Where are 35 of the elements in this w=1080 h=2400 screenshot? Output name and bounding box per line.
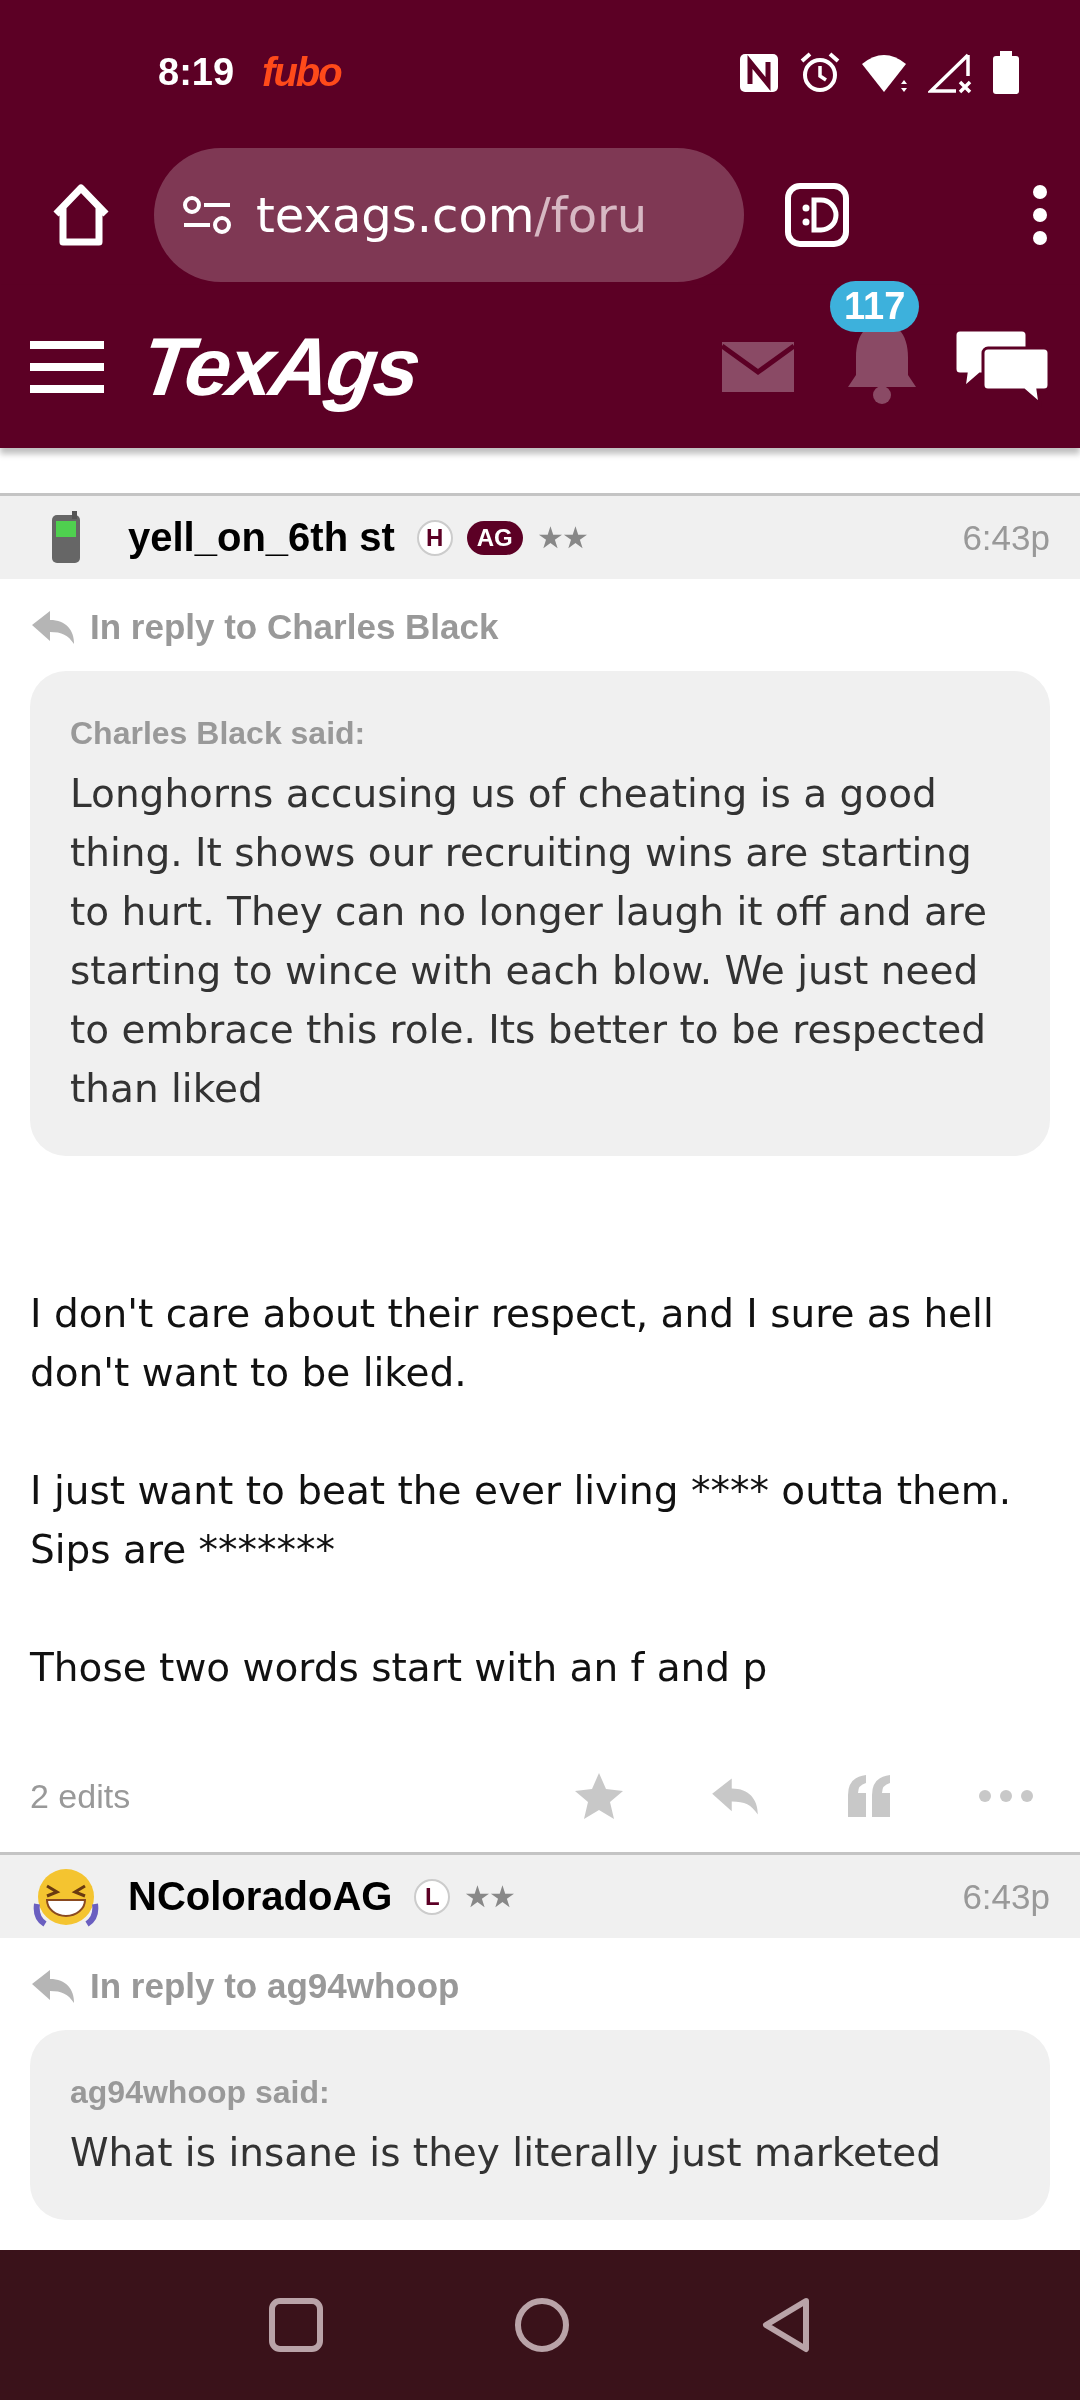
address-bar[interactable]: texags.com/foru bbox=[154, 148, 744, 282]
notification-count-badge: 117 bbox=[830, 280, 920, 332]
clock-time: 8:19 bbox=[158, 51, 235, 94]
post-paragraph: I just want to beat the ever living **** outta them. Sips are ******* bbox=[30, 1467, 1013, 1574]
reply-arrow-icon bbox=[30, 1968, 76, 2004]
more-options-icon[interactable] bbox=[1030, 182, 1050, 248]
home-circle-icon[interactable] bbox=[514, 2297, 570, 2353]
site-logo[interactable]: TexAgs bbox=[135, 319, 424, 414]
quote-text: Longhorns accusing us of cheating is a good thing. It shows our recruiting wins are starting to hurt. They can no longer laugh it off and are starting to wince with each blow. We just need to embrace this role. Its better to be respected than liked bbox=[70, 770, 988, 1113]
user-badge: AG bbox=[466, 520, 523, 555]
star-icon[interactable] bbox=[574, 1772, 624, 1820]
post-time: 6:43p bbox=[962, 517, 1050, 558]
post-time: 6:43p bbox=[962, 1876, 1050, 1917]
username[interactable]: NColoradoAG bbox=[128, 1874, 393, 1919]
quote-author: ag94whoop said: bbox=[70, 2074, 331, 2111]
back-icon[interactable] bbox=[760, 2297, 812, 2353]
recent-apps-icon[interactable] bbox=[268, 2297, 324, 2353]
reply-arrow-icon bbox=[30, 609, 76, 645]
alarm-icon bbox=[798, 50, 842, 95]
app-notification-label: fubo bbox=[262, 50, 341, 95]
user-badge: L bbox=[414, 1878, 451, 1915]
emoji-face-icon[interactable] bbox=[784, 182, 850, 248]
site-settings-icon[interactable] bbox=[182, 193, 232, 237]
post-paragraph: I don't care about their respect, and I sure as hell don't want to be liked. bbox=[30, 1290, 995, 1397]
username[interactable]: yell_on_6th st bbox=[128, 515, 395, 560]
user-badge: H bbox=[416, 519, 453, 556]
rank-stars: ★★ bbox=[464, 1879, 515, 1914]
nfc-icon bbox=[738, 51, 780, 94]
rank-stars: ★★ bbox=[536, 520, 587, 555]
quote-author: Charles Black said: bbox=[70, 715, 367, 752]
menu-icon[interactable] bbox=[30, 339, 104, 394]
signal-icon bbox=[928, 51, 974, 94]
post-paragraph: Those two words start with an f and p bbox=[30, 1644, 769, 1692]
battery-icon bbox=[992, 50, 1020, 95]
quote-text: What is insane is they literally just marketed bbox=[70, 2129, 943, 2177]
